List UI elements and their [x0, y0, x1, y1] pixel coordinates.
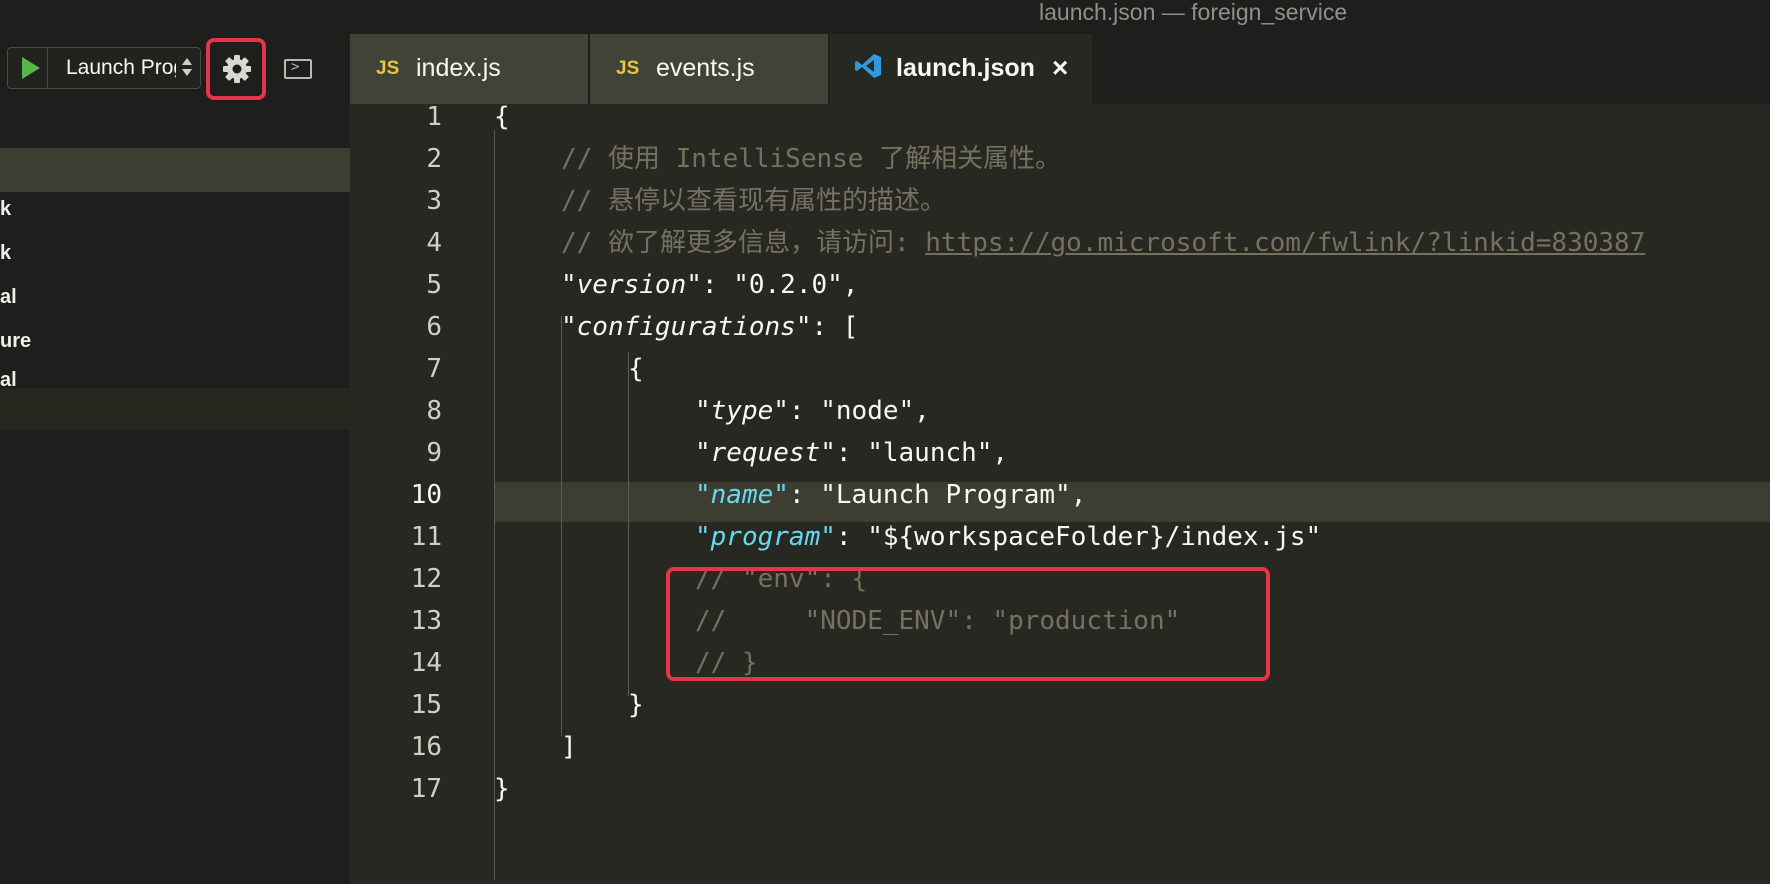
line-number: 17 — [410, 774, 442, 804]
start-debugging-button[interactable] — [8, 48, 48, 88]
json-key: request — [710, 438, 821, 468]
json-value: "${workspaceFolder}/index.js" — [867, 522, 1322, 552]
line-number: 16 — [410, 732, 442, 762]
indent-guide — [561, 316, 562, 736]
code-line-10: "name": "Launch Program", — [695, 480, 1087, 510]
line-number: 13 — [410, 606, 442, 636]
code-line-9: "request": "launch", — [695, 438, 1009, 468]
js-file-icon: JS — [376, 58, 400, 79]
code-editor[interactable]: 1 2 3 4 5 6 7 8 9 10 11 12 13 14 15 16 1… — [350, 104, 1770, 884]
json-key: type — [710, 396, 774, 426]
line-number: 12 — [410, 564, 442, 594]
line-number: 6 — [426, 312, 442, 342]
tab-launch-json[interactable]: launch.json × — [830, 34, 1092, 104]
line-number: 1 — [426, 104, 442, 132]
sidebar-item[interactable]: k — [0, 198, 11, 221]
line-number: 4 — [426, 228, 442, 258]
line-number: 11 — [410, 522, 442, 552]
code-line-16: ] — [561, 732, 577, 762]
js-file-icon: JS — [616, 58, 640, 79]
debug-console-button[interactable]: > — [284, 59, 312, 79]
debug-run-group: Launch Program — [7, 47, 201, 89]
tab-label: index.js — [416, 54, 501, 82]
sidebar-item[interactable]: ure — [0, 330, 31, 353]
play-icon — [22, 57, 40, 79]
gear-icon — [223, 55, 251, 83]
json-value: "node", — [820, 396, 930, 426]
indent-guide — [628, 352, 629, 696]
line-number: 8 — [426, 396, 442, 426]
sidebar-section-row[interactable] — [0, 388, 350, 430]
sidebar-selected-row[interactable] — [0, 148, 350, 192]
tab-label: events.js — [656, 54, 755, 82]
line-number: 7 — [426, 354, 442, 384]
code-line-17: } — [494, 774, 510, 804]
line-number: 9 — [426, 438, 442, 468]
close-tab-icon[interactable]: × — [1052, 52, 1068, 84]
code-line-1: { — [494, 104, 510, 132]
line-number: 2 — [426, 144, 442, 174]
comment-text: // 欲了解更多信息，请访问: — [561, 228, 926, 258]
sidebar-item[interactable]: al — [0, 286, 17, 309]
highlight-box — [666, 567, 1270, 681]
tab-events-js[interactable]: JS events.js — [590, 34, 830, 104]
code-line-7: { — [628, 354, 644, 384]
code-line-11: "program": "${workspaceFolder}/index.js" — [695, 522, 1322, 552]
json-key: configurations — [576, 312, 796, 342]
sidebar-item[interactable]: k — [0, 242, 11, 265]
title-bar: launch.json — foreign_service — [0, 0, 1770, 34]
select-arrows-icon — [180, 56, 194, 80]
json-key: program — [710, 522, 821, 552]
sidebar-clipped-row: al — [0, 369, 350, 388]
debug-configuration-select[interactable]: Launch Program — [66, 48, 176, 88]
code-line-15: } — [628, 690, 644, 720]
json-value: "launch", — [867, 438, 1009, 468]
debug-toolbar: Launch Program > — [0, 34, 350, 104]
json-value: [ — [842, 312, 859, 342]
terminal-icon: > — [291, 59, 300, 75]
line-number: 10 — [410, 480, 442, 510]
line-number: 14 — [410, 648, 442, 678]
code-line-4: // 欲了解更多信息，请访问: https://go.microsoft.com… — [561, 222, 1645, 264]
line-number: 3 — [426, 186, 442, 216]
sidebar-item[interactable]: al — [0, 369, 17, 388]
json-key: version — [576, 270, 687, 300]
code-line-5: "version": "0.2.0", — [561, 270, 859, 300]
code-line-3: // 悬停以查看现有属性的描述。 — [561, 186, 946, 216]
json-value: "0.2.0", — [733, 270, 859, 300]
window-title: launch.json — foreign_service — [1039, 0, 1348, 25]
json-key: name — [710, 480, 774, 510]
editor-tab-bar: JS index.js JS events.js launch.json × — [350, 34, 1770, 104]
vscode-icon — [855, 54, 881, 78]
open-launch-json-button[interactable] — [206, 38, 266, 100]
code-line-2: // 使用 IntelliSense 了解相关属性。 — [561, 144, 1062, 174]
tab-label: launch.json — [896, 54, 1035, 82]
tab-index-js[interactable]: JS index.js — [350, 34, 590, 104]
sidebar: Launch Program > k k al ure — [0, 34, 350, 884]
line-number: 5 — [426, 270, 442, 300]
docs-link[interactable]: https://go.microsoft.com/fwlink/?linkid=… — [925, 228, 1645, 258]
code-line-6: "configurations": [ — [561, 312, 859, 342]
json-value: "Launch Program", — [820, 480, 1087, 510]
line-number: 15 — [410, 690, 442, 720]
code-line-8: "type": "node", — [695, 396, 930, 426]
